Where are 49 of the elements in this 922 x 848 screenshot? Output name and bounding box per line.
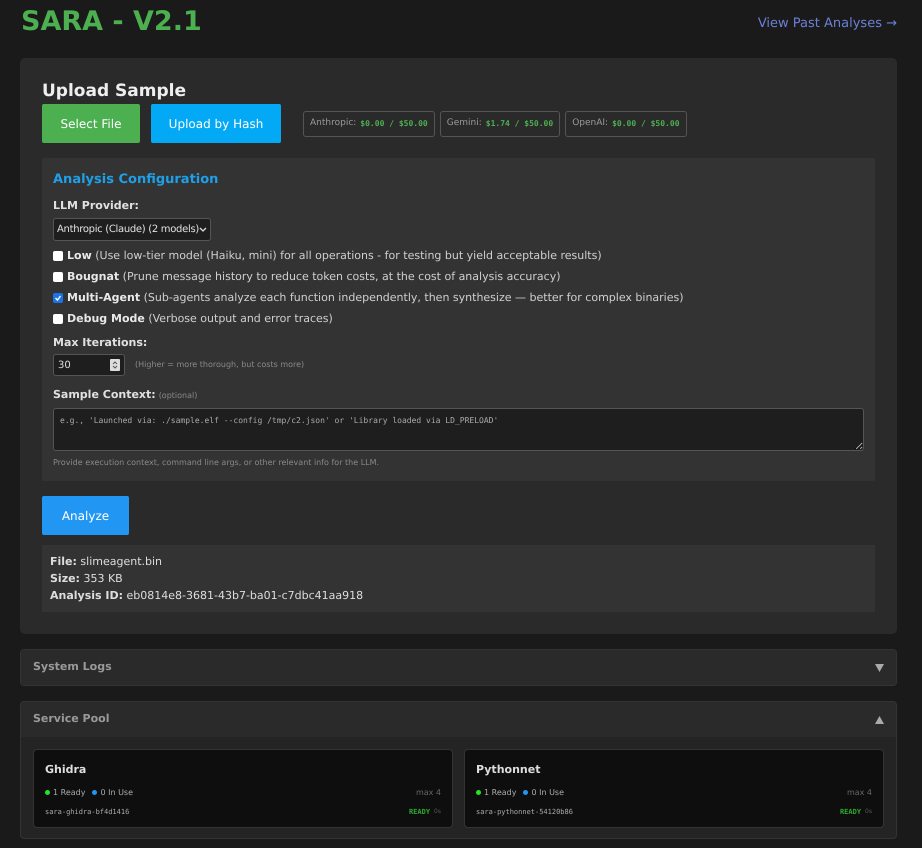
info-line: Size: 353 KB bbox=[50, 571, 124, 587]
select-file-button[interactable]: Select File bbox=[42, 104, 140, 143]
budget-amount: $0.00 / $50.00 bbox=[360, 118, 428, 130]
max-count: max 4 bbox=[846, 786, 872, 798]
spinner-icon bbox=[110, 359, 120, 371]
help-text: Provide execution context, command line args, or other relevant info for the LLM. bbox=[53, 457, 380, 469]
option-text: Bougnat (Prune message history to reduce token costs, at the cost of analysis accuracy) bbox=[67, 269, 561, 285]
option-text: Multi-Agent (Sub-agents analyze each function independently, then synthesize — better for complex binaries) bbox=[67, 290, 684, 306]
provider-dropdown[interactable]: Anthropic (Claude) (2 models) bbox=[53, 218, 211, 241]
config-title: Analysis Configuration bbox=[53, 171, 220, 189]
info-line: Analysis ID: eb0814e8-3681-43b7-ba01-c7dbc41aa918 bbox=[50, 588, 364, 604]
field-label: Max Iterations: bbox=[53, 336, 148, 350]
input-value: 30 bbox=[58, 358, 71, 372]
checkbox[interactable] bbox=[53, 272, 63, 282]
option-text: Debug Mode (Verbose output and error traces) bbox=[67, 311, 333, 327]
ready-count: 1 Ready bbox=[53, 786, 86, 798]
app-title: SARA - V2.1 bbox=[21, 5, 202, 39]
field-label: Sample Context: bbox=[53, 388, 156, 402]
section-title: Upload Sample bbox=[42, 80, 187, 102]
analyze-button[interactable]: Analyze bbox=[42, 496, 129, 535]
checkbox[interactable] bbox=[53, 293, 63, 303]
max-count: max 4 bbox=[416, 786, 441, 798]
optional-note: (optional) bbox=[158, 390, 198, 402]
upload-hash-button[interactable]: Upload by Hash bbox=[151, 104, 281, 143]
in-use-count: 0 In Use bbox=[531, 786, 564, 798]
provider-label: OpenAI: bbox=[572, 116, 608, 130]
provider-label: Gemini: bbox=[446, 116, 482, 130]
provider-label: Anthropic: bbox=[310, 116, 356, 130]
option-text: Low (Use low-tier model (Haiku, mini) for all operations - for testing but yield acceptable results) bbox=[67, 248, 602, 264]
ready-count: 1 Ready bbox=[484, 786, 516, 798]
panel-header[interactable]: Service Pool bbox=[21, 702, 896, 737]
budget-amount: $0.00 / $50.00 bbox=[612, 118, 680, 130]
service-name: Pythonnet bbox=[476, 762, 542, 778]
caret-icon bbox=[199, 226, 207, 232]
budget-amount: $1.74 / $50.00 bbox=[486, 118, 554, 130]
checkbox[interactable] bbox=[53, 314, 63, 324]
past-analyses-link[interactable]: View Past Analyses → bbox=[758, 14, 897, 34]
panel-title: System Logs bbox=[33, 659, 112, 676]
panel-header[interactable]: System Logs bbox=[21, 650, 896, 685]
in-use-count: 0 In Use bbox=[100, 786, 134, 798]
field-label: LLM Provider: bbox=[53, 199, 140, 213]
panel-title: Service Pool bbox=[33, 711, 110, 728]
iterations-input[interactable]: 30 bbox=[53, 354, 125, 376]
checkbox[interactable] bbox=[53, 251, 63, 261]
service-name: Ghidra bbox=[45, 762, 88, 778]
info-line: File: slimeagent.bin bbox=[50, 554, 164, 570]
context-field[interactable]: e.g., 'Launched via: ./sample.elf --config /tmp/c2.json' or 'Library loaded via LD_PRELOAD' bbox=[53, 408, 864, 451]
hint-text: (Higher = more thorough, but costs more) bbox=[135, 359, 304, 371]
dropdown-value: Anthropic (Claude) (2 models) bbox=[57, 223, 199, 237]
